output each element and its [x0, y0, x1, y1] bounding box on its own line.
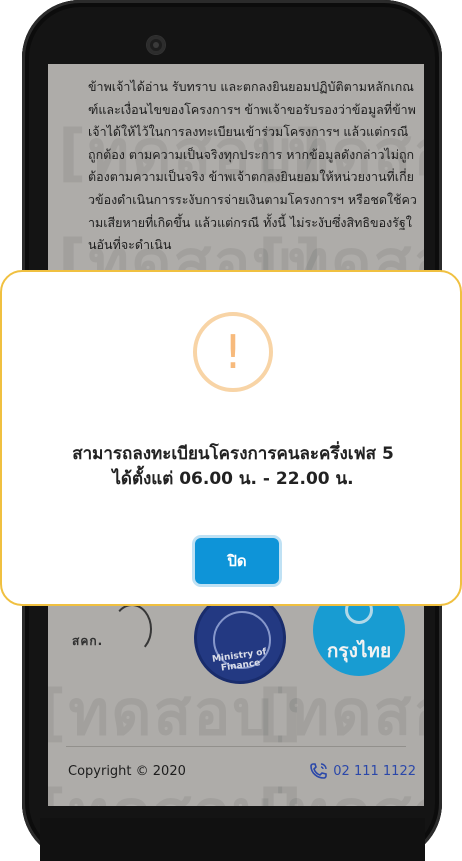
- call-center-link[interactable]: 02 111 1122: [309, 762, 416, 780]
- close-button[interactable]: ปิด: [195, 538, 279, 584]
- mof-logo-text: Ministry of Finance: [211, 647, 268, 674]
- warning-exclamation-icon: !: [193, 312, 273, 392]
- sdk-wave-icon: [112, 604, 152, 654]
- terms-text: ข้าพเจ้าได้อ่าน รับทราบ และตกลงยินยอมปฏิ…: [88, 79, 417, 253]
- footer-divider: [66, 746, 406, 747]
- dialog-message-line-1: สามารถลงทะเบียนโครงการคนละครึ่งเฟส 5: [72, 444, 394, 464]
- phone-number: 02 111 1122: [333, 763, 416, 779]
- phone-icon: [310, 763, 328, 779]
- copyright-text: Copyright © 2020: [68, 764, 186, 779]
- sdk-logo: สคก.: [72, 604, 152, 654]
- dialog-message: สามารถลงทะเบียนโครงการคนละครึ่งเฟส 5 ได้…: [22, 442, 444, 492]
- sdk-logo-text: สคก.: [72, 634, 104, 648]
- dialog-message-line-2: ได้ตั้งแต่ 06.00 น. - 22.00 น.: [112, 469, 354, 489]
- krungthai-logo-text: กรุงไทย: [326, 640, 392, 662]
- phone-bottom-bezel: [40, 818, 425, 861]
- alert-dialog: ! สามารถลงทะเบียนโครงการคนละครึ่งเฟส 5 ไ…: [0, 270, 462, 606]
- camera-icon: [147, 36, 165, 54]
- watermark-text: [ทดสอบ]: [258, 676, 424, 749]
